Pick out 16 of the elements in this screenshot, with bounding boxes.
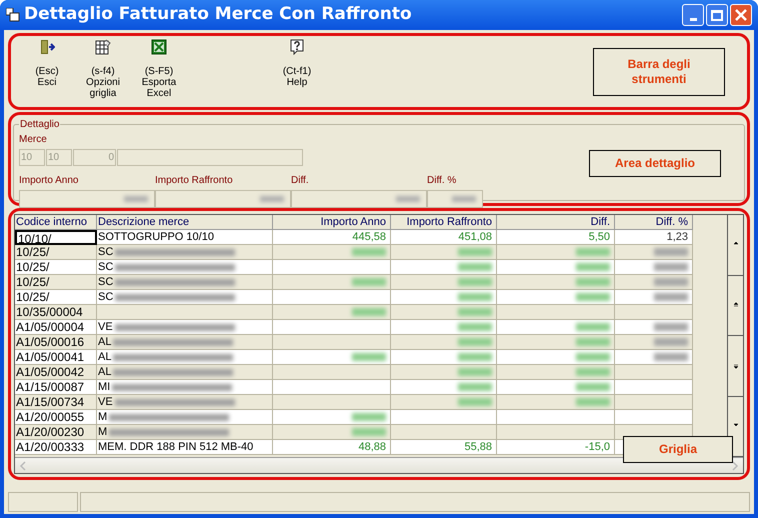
table-cell: 55,88 [391,440,497,455]
field-label: Diff. % [427,174,458,188]
annotation-tooltip: Griglia [623,436,733,463]
table-cell: MEM. DDR 188 PIN 512 MB-40 [97,440,273,455]
field-label: Importo Raffronto [155,174,234,188]
annotation-label: Area dettaglio [589,150,721,177]
window-title: Dettaglio Fatturato Merce Con Raffronto [24,3,412,26]
table-cell: -15,0 [497,440,615,455]
field-label: Importo Anno [19,174,80,188]
table-cell: 48,88 [273,440,391,455]
table-cell: A1/20/00333 [15,440,97,455]
annotation-label: Barra degli strumenti [593,48,725,96]
group-title: Dettaglio [19,118,60,132]
field-label: Diff. [291,174,310,188]
field-label: Merce [19,133,48,147]
table-cell: 10/10/ [15,230,97,245]
